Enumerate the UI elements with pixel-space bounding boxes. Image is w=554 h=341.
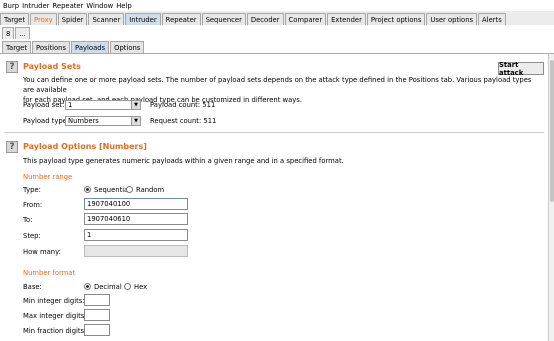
start-attack-button[interactable]: Start attack (498, 61, 544, 77)
to-label: To: (23, 216, 33, 224)
min-fraction-digits-label: Min fraction digits: (23, 327, 87, 335)
menu-bar: Burp Intruder Repeater Window Help (0, 0, 554, 11)
payload-type-select[interactable]: Numbers ▼ (65, 116, 141, 126)
tab-extender[interactable]: Extender (327, 13, 366, 25)
max-integer-digits-label: Max integer digits: (23, 312, 87, 320)
range-type-label: Type: (23, 186, 41, 194)
how-many-label: How many: (23, 248, 61, 256)
tab-sub-payloads[interactable]: Payloads (71, 41, 110, 53)
radio-random[interactable] (126, 186, 133, 193)
menu-burp[interactable]: Burp (3, 2, 19, 10)
attack-tabs: 8 ... (0, 25, 554, 39)
menu-help[interactable]: Help (116, 2, 132, 10)
help-icon[interactable]: ? (6, 61, 18, 73)
radio-random-label: Random (136, 186, 165, 194)
radio-sequential[interactable] (84, 186, 91, 193)
tab-attack-8[interactable]: 8 (2, 27, 15, 39)
tab-sequencer[interactable]: Sequencer (201, 13, 246, 25)
tab-intruder[interactable]: Intruder (125, 13, 161, 25)
chevron-down-icon: ▼ (131, 101, 140, 109)
intruder-sub-tabs: Target Positions Payloads Options (0, 40, 554, 54)
tab-new-attack[interactable]: ... (15, 27, 30, 39)
min-integer-digits-input[interactable] (84, 294, 110, 306)
help-icon[interactable]: ? (6, 141, 18, 153)
number-range-heading: Number range (23, 173, 73, 181)
scrollbar-thumb[interactable] (550, 60, 554, 202)
min-fraction-digits-input[interactable] (84, 324, 110, 336)
vertical-scrollbar[interactable] (548, 54, 554, 341)
payload-count: Payload count: 511 (150, 101, 216, 109)
from-input[interactable]: 1907040100 (84, 198, 188, 210)
tab-alerts[interactable]: Alerts (478, 13, 506, 25)
step-label: Step: (23, 232, 41, 240)
number-format-heading: Number format (23, 269, 76, 277)
tab-user-options[interactable]: User options (426, 13, 478, 25)
payloads-content: ? Payload Sets Start attack You can defi… (0, 54, 548, 341)
to-input[interactable]: 1907040610 (84, 213, 188, 225)
menu-repeater[interactable]: Repeater (52, 2, 83, 10)
menu-window[interactable]: Window (86, 2, 113, 10)
tab-repeater[interactable]: Repeater (161, 13, 201, 25)
chevron-down-icon: ▼ (131, 117, 140, 125)
payload-set-select[interactable]: 1 ▼ (65, 100, 141, 110)
max-integer-digits-input[interactable] (84, 309, 110, 321)
tab-sub-options[interactable]: Options (110, 41, 145, 53)
tab-spider[interactable]: Spider (57, 13, 88, 25)
section-title-payload-sets: Payload Sets (23, 62, 81, 71)
menu-intruder[interactable]: Intruder (22, 2, 49, 10)
min-integer-digits-label: Min integer digits: (23, 297, 85, 305)
tab-proxy[interactable]: Proxy (30, 13, 57, 25)
payload-type-label: Payload type: (23, 117, 70, 125)
tab-decoder[interactable]: Decoder (246, 13, 284, 25)
payload-set-label: Payload set: (23, 101, 65, 109)
how-many-input[interactable] (84, 245, 188, 257)
radio-hex[interactable] (124, 283, 131, 290)
tab-sub-positions[interactable]: Positions (32, 41, 71, 53)
tab-scanner[interactable]: Scanner (88, 13, 125, 25)
section-divider (4, 132, 544, 133)
step-input[interactable]: 1 (84, 229, 188, 241)
radio-decimal[interactable] (84, 283, 91, 290)
tab-sub-target[interactable]: Target (2, 41, 32, 53)
radio-hex-label: Hex (134, 283, 148, 291)
payload-options-description: This payload type generates numeric payl… (23, 157, 344, 165)
tab-project-options[interactable]: Project options (366, 13, 426, 25)
section-title-payload-options: Payload Options [Numbers] (23, 142, 147, 151)
base-label: Base: (23, 283, 42, 291)
tab-target[interactable]: Target (0, 13, 30, 25)
radio-sequential-label: Sequential (94, 186, 131, 194)
request-count: Request count: 511 (150, 117, 217, 125)
radio-decimal-label: Decimal (94, 283, 122, 291)
main-tabs: Target Proxy Spider Scanner Intruder Rep… (0, 11, 554, 25)
tab-comparer[interactable]: Comparer (284, 13, 327, 25)
from-label: From: (23, 201, 43, 209)
